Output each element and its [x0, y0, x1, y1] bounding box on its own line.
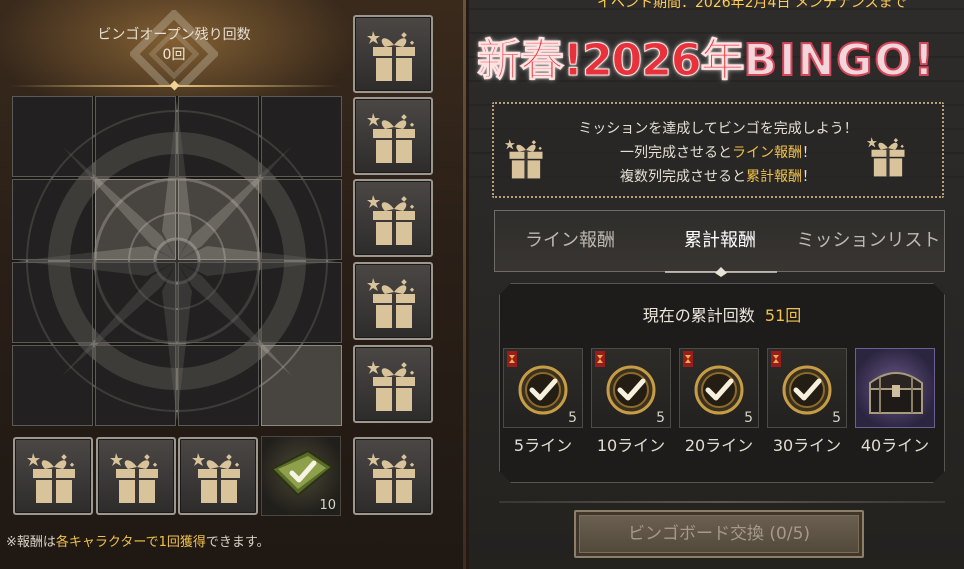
bingo-cell[interactable]: [95, 345, 176, 426]
mission-line-3-highlight: 累計報酬: [746, 169, 802, 185]
anti-diagonal-reward[interactable]: [353, 437, 433, 515]
reward-quantity: 10: [319, 498, 336, 513]
gift-icon: [367, 357, 421, 413]
active-tab-indicator: [665, 267, 777, 277]
milestone-10-lines[interactable]: 5 10ライン: [591, 348, 675, 456]
bingo-cell[interactable]: [178, 345, 259, 426]
row-reward-1[interactable]: [353, 15, 433, 93]
tab-mission-list[interactable]: ミッションリスト: [791, 211, 946, 271]
milestone-label: 20ライン: [684, 436, 754, 455]
bingo-grid: [12, 96, 342, 426]
note-prefix: ※報酬は: [6, 535, 56, 550]
milestone-20-lines[interactable]: 5 20ライン: [679, 348, 763, 456]
gift-icon: [110, 449, 164, 505]
title-part-1: 新春!2026年: [477, 35, 746, 86]
milestone-label: 40ライン: [860, 436, 930, 455]
row-reward-4[interactable]: [353, 262, 433, 340]
column-reward-2[interactable]: [96, 437, 176, 515]
column-reward-4[interactable]: 10: [261, 436, 341, 516]
bingo-cell[interactable]: [178, 262, 259, 343]
gold-check-coin-icon: [518, 365, 568, 415]
total-reward-panel: 現在の累計回数 51回 5 5ライン 5 10ライン 5 20ライン 5 30ラ…: [499, 283, 945, 483]
mission-line-2-suffix: ！: [802, 145, 816, 161]
green-scroll-icon: [270, 449, 334, 497]
mission-line-1: ミッションを達成してビンゴを完成しよう！: [578, 121, 858, 137]
treasure-chest-icon: [862, 361, 930, 417]
mission-line-3: 複数列完成させると累計報酬！: [494, 166, 942, 186]
bingo-cell[interactable]: [261, 179, 342, 260]
note-suffix: できます。: [205, 535, 270, 550]
gift-icon: [367, 109, 421, 165]
milestone-quantity: 5: [656, 410, 665, 426]
bingo-cell[interactable]: [261, 262, 342, 343]
reward-tabs: ライン報酬 累計報酬 ミッションリスト: [494, 210, 946, 277]
event-period: イベント期間：2026年2月4日 メンテナンスまで: [597, 0, 907, 11]
mission-line-2: 一列完成させるとライン報酬！: [494, 142, 942, 162]
milestone-40-lines[interactable]: 40ライン: [855, 348, 939, 456]
ribbon-icon: [506, 351, 518, 367]
gift-icon: [367, 274, 421, 330]
gift-icon: [192, 449, 246, 505]
bingo-cell[interactable]: [12, 345, 93, 426]
column-reward-3[interactable]: [178, 437, 258, 515]
row-reward-2[interactable]: [353, 97, 433, 175]
mission-info-box: ミッションを達成してビンゴを完成しよう！ 一列完成させるとライン報酬！ 複数列完…: [492, 102, 944, 198]
open-count: ビンゴオープン残り回数 0回: [56, 25, 292, 65]
bingo-board-panel: ビンゴオープン残り回数 0回 10 ※報酬は各キャラクターで1回獲得できます。: [0, 0, 466, 569]
bingo-cell-open[interactable]: [95, 179, 176, 260]
column-reward-1[interactable]: [13, 437, 93, 515]
total-count-value: 51回: [764, 306, 802, 325]
bingo-cell[interactable]: [12, 179, 93, 260]
bingo-cell[interactable]: [12, 96, 93, 177]
open-count-value: 0回: [162, 47, 186, 63]
gold-check-coin-icon: [782, 365, 832, 415]
open-count-label: ビンゴオープン残り回数: [97, 27, 251, 43]
bingo-cell[interactable]: [12, 262, 93, 343]
bingo-cell-open[interactable]: [178, 179, 259, 260]
row-reward-3[interactable]: [353, 179, 433, 257]
mission-line-2-highlight: ライン報酬: [732, 145, 802, 161]
milestone-5-lines[interactable]: 5 5ライン: [503, 348, 587, 456]
mission-line-3-suffix: ！: [802, 169, 816, 185]
gift-icon: [367, 449, 421, 505]
tab-line-reward[interactable]: ライン報酬: [495, 211, 645, 271]
ribbon-icon: [682, 351, 694, 367]
header-divider: [10, 85, 340, 87]
total-count-label: 現在の累計回数: [642, 306, 755, 325]
bingo-cell[interactable]: [95, 262, 176, 343]
section-divider: [499, 501, 945, 503]
bingo-cell[interactable]: [261, 96, 342, 177]
milestone-label: 5ライン: [513, 436, 573, 455]
title-part-2: BINGO!: [743, 35, 936, 87]
milestone-quantity: 5: [832, 410, 841, 426]
milestone-quantity: 5: [568, 410, 577, 426]
bingo-cell[interactable]: [95, 96, 176, 177]
milestone-label: 30ライン: [772, 436, 842, 455]
gold-check-coin-icon: [606, 365, 656, 415]
event-title: 新春!2026年BINGO!: [477, 35, 936, 87]
ribbon-icon: [770, 351, 782, 367]
milestone-label: 10ライン: [596, 436, 666, 455]
reward-note: ※報酬は各キャラクターで1回獲得できます。: [6, 531, 270, 550]
mission-line-2-text: 一列完成させると: [620, 145, 732, 161]
milestone-30-lines[interactable]: 5 30ライン: [767, 348, 851, 456]
gift-icon: [367, 27, 421, 83]
event-info-panel: イベント期間：2026年2月4日 メンテナンスまで 新春!2026年BINGO!…: [469, 0, 964, 569]
total-count: 現在の累計回数 51回: [500, 302, 944, 326]
bingo-board-exchange-button[interactable]: ビンゴボード交換 (0/5): [574, 510, 864, 558]
diagonal-reward[interactable]: [353, 345, 433, 423]
ribbon-icon: [594, 351, 606, 367]
tab-total-reward[interactable]: 累計報酬: [645, 211, 795, 271]
mission-line-3-text: 複数列完成させると: [620, 169, 746, 185]
bingo-cell-open[interactable]: [261, 345, 342, 426]
gold-check-coin-icon: [694, 365, 744, 415]
gift-icon: [27, 449, 81, 505]
milestone-quantity: 5: [744, 410, 753, 426]
gift-icon: [367, 191, 421, 247]
bingo-cell[interactable]: [178, 96, 259, 177]
note-highlight: 各キャラクターで1回獲得: [55, 535, 206, 550]
